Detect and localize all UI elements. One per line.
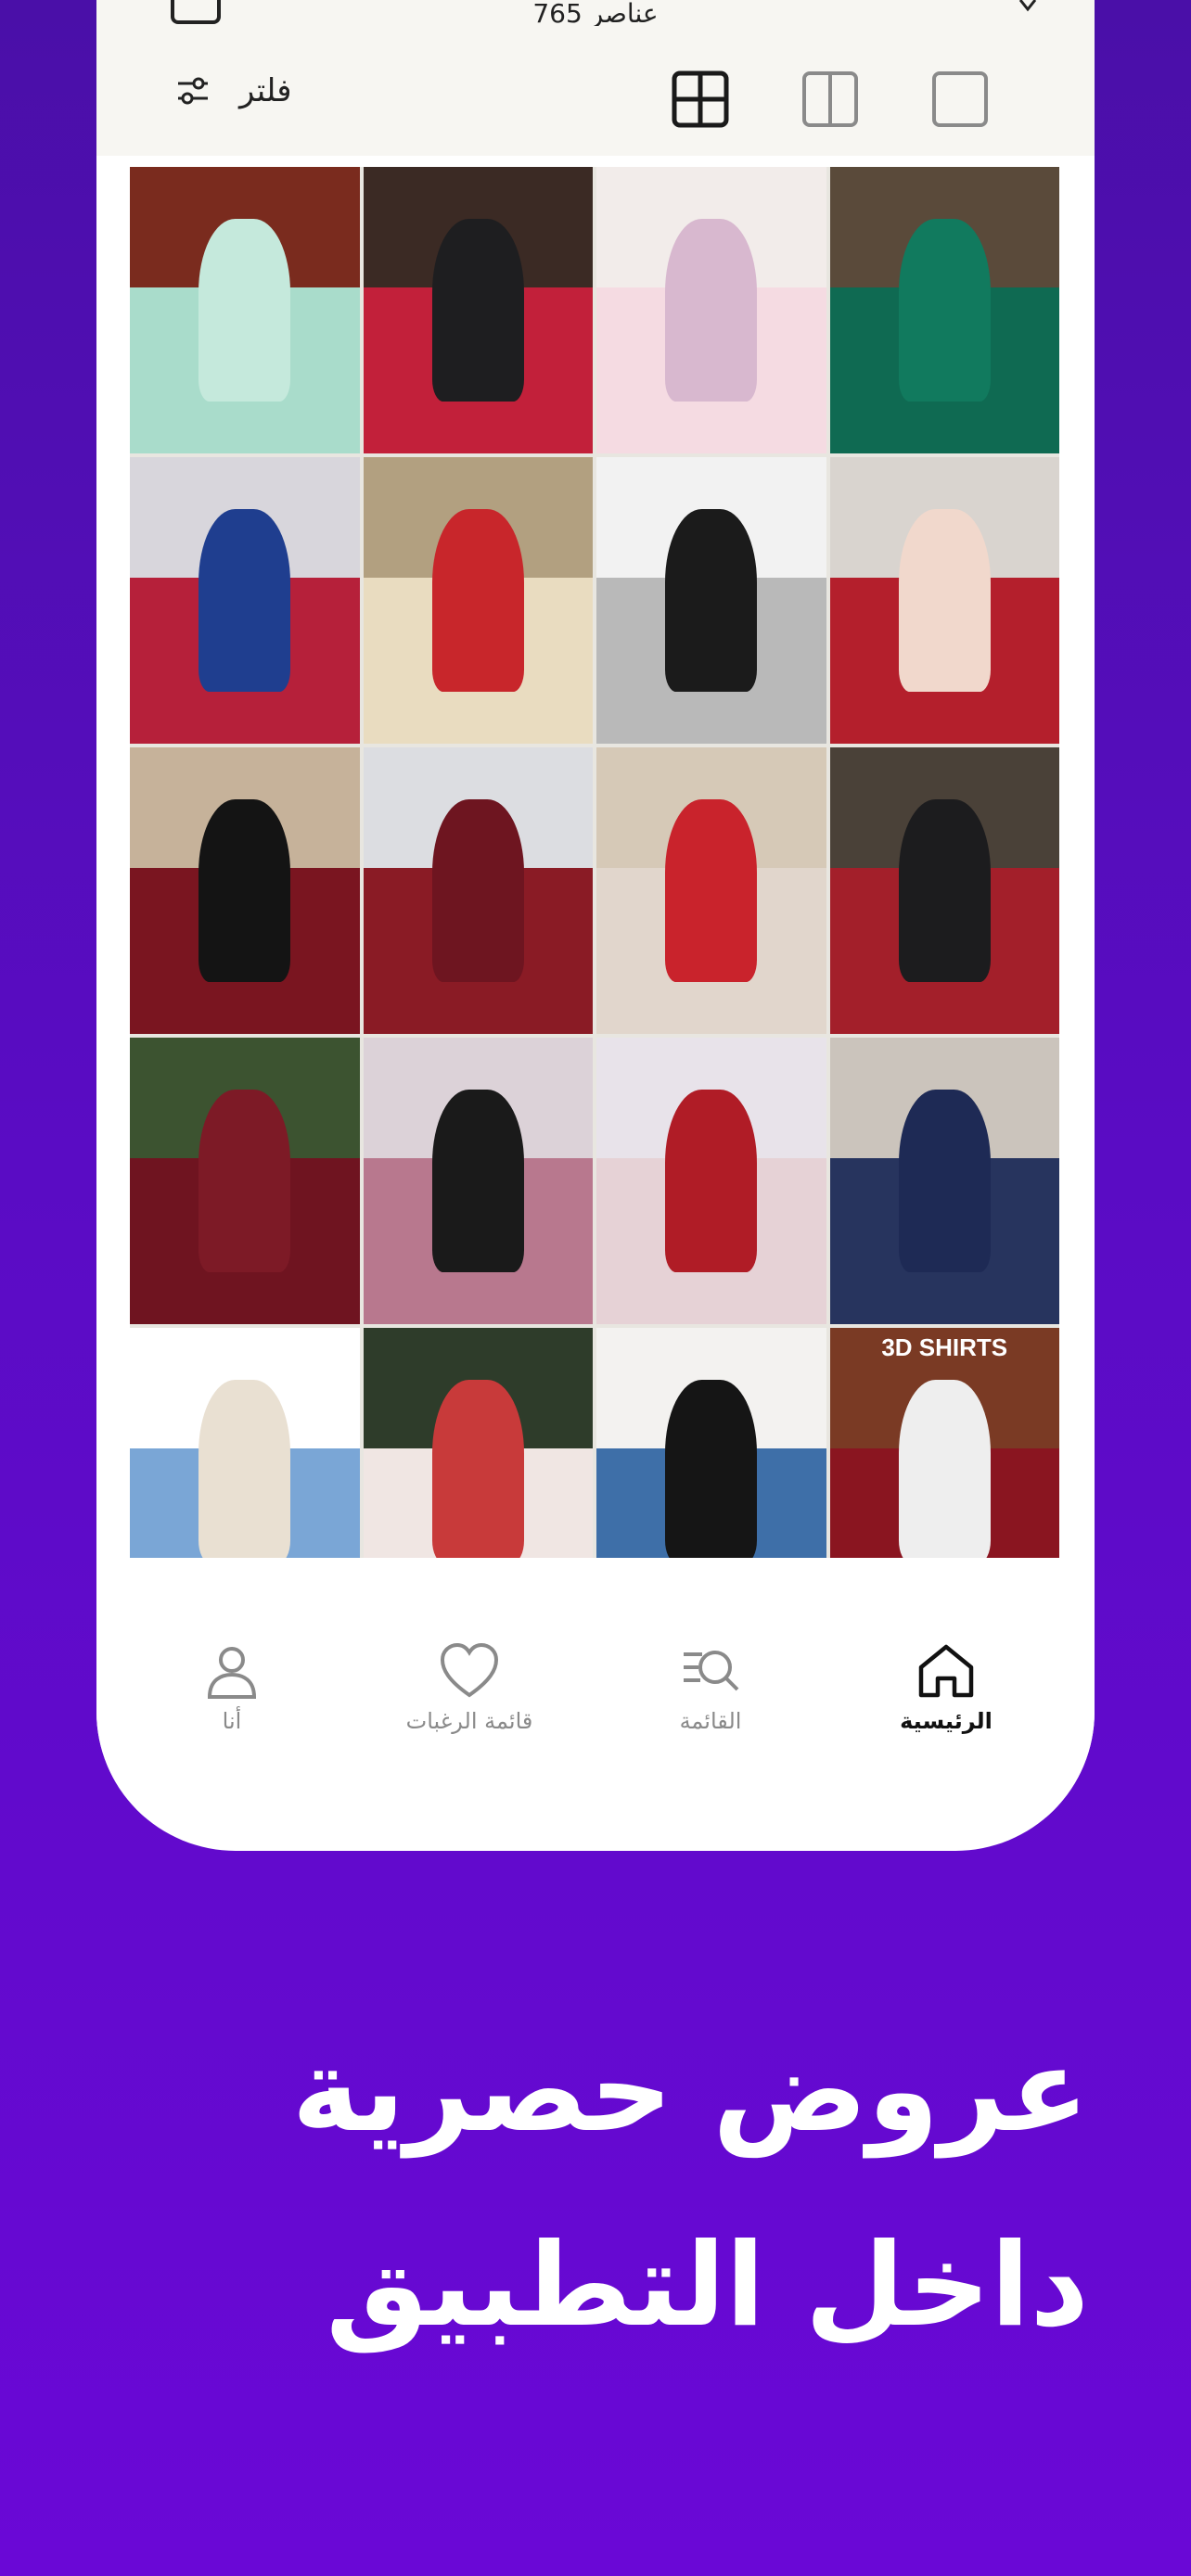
product-grid: 3D SHIRTS [130,167,1059,1558]
product-figure [198,1089,291,1273]
list-search-icon [684,1651,739,1691]
product-tile[interactable] [363,1328,593,1558]
grid-4-view-icon[interactable] [672,70,729,128]
single-view-icon[interactable] [931,70,989,128]
product-figure [665,798,758,983]
product-figure [898,798,991,983]
product-figure [898,218,991,402]
product-tile[interactable] [829,167,1059,453]
product-image-text: 3D SHIRTS [881,1333,1008,1361]
product-figure [198,1379,291,1558]
product-tile[interactable] [596,747,826,1034]
product-figure [198,508,291,693]
product-tile[interactable] [829,747,1059,1034]
product-tile[interactable] [130,167,360,453]
phone-frame: 765 عناصر فلتر 3D SHIRTS أنا قائمة الرغب… [96,0,1095,1851]
product-figure [898,1379,991,1558]
product-tile[interactable] [130,1038,360,1324]
product-tile[interactable] [596,167,826,453]
nav-wishlist[interactable]: قائمة الرغبات [367,1641,571,1762]
product-tile[interactable] [596,457,826,744]
grid-2-view-icon[interactable] [801,70,859,128]
product-figure [431,218,524,402]
person-icon [207,1647,257,1699]
promo-line-1: عروض حصرية [291,2024,1089,2158]
product-figure [198,218,291,402]
nav-me[interactable]: أنا [130,1641,334,1762]
heart-icon [440,1642,499,1698]
product-tile[interactable] [829,457,1059,744]
product-figure [431,508,524,693]
filter-label: فلتر [239,72,292,109]
product-figure [665,1379,758,1558]
home-icon [918,1644,974,1698]
product-tile[interactable] [363,167,593,453]
filter-icon [178,77,208,105]
product-figure [431,1379,524,1558]
product-tile[interactable] [363,457,593,744]
product-tile[interactable]: 3D SHIRTS [829,1328,1059,1558]
product-tile[interactable] [130,1328,360,1558]
product-tile[interactable] [596,1038,826,1324]
items-count: 765 عناصر [532,2,659,26]
product-tile[interactable] [596,1328,826,1558]
nav-wishlist-label: قائمة الرغبات [405,1708,533,1734]
nav-list[interactable]: القائمة [608,1641,813,1762]
product-figure [665,1089,758,1273]
product-figure [898,1089,991,1273]
product-tile[interactable] [130,457,360,744]
product-tile[interactable] [363,1038,593,1324]
nav-list-label: القائمة [679,1708,742,1734]
product-figure [431,1089,524,1273]
nav-home-label: الرئيسية [900,1708,992,1734]
product-tile[interactable] [363,747,593,1034]
product-tile[interactable] [130,747,360,1034]
product-figure [665,218,758,402]
product-figure [198,798,291,983]
nav-me-label: أنا [222,1708,242,1734]
product-figure [431,798,524,983]
product-figure [665,508,758,693]
filter-button[interactable]: فلتر [174,63,292,119]
nav-home[interactable]: الرئيسية [844,1641,1048,1762]
product-tile[interactable] [829,1038,1059,1324]
promo-line-2: داخل التطبيق [326,2219,1089,2353]
back-chevron-icon[interactable] [1018,0,1039,13]
product-figure [898,508,991,693]
